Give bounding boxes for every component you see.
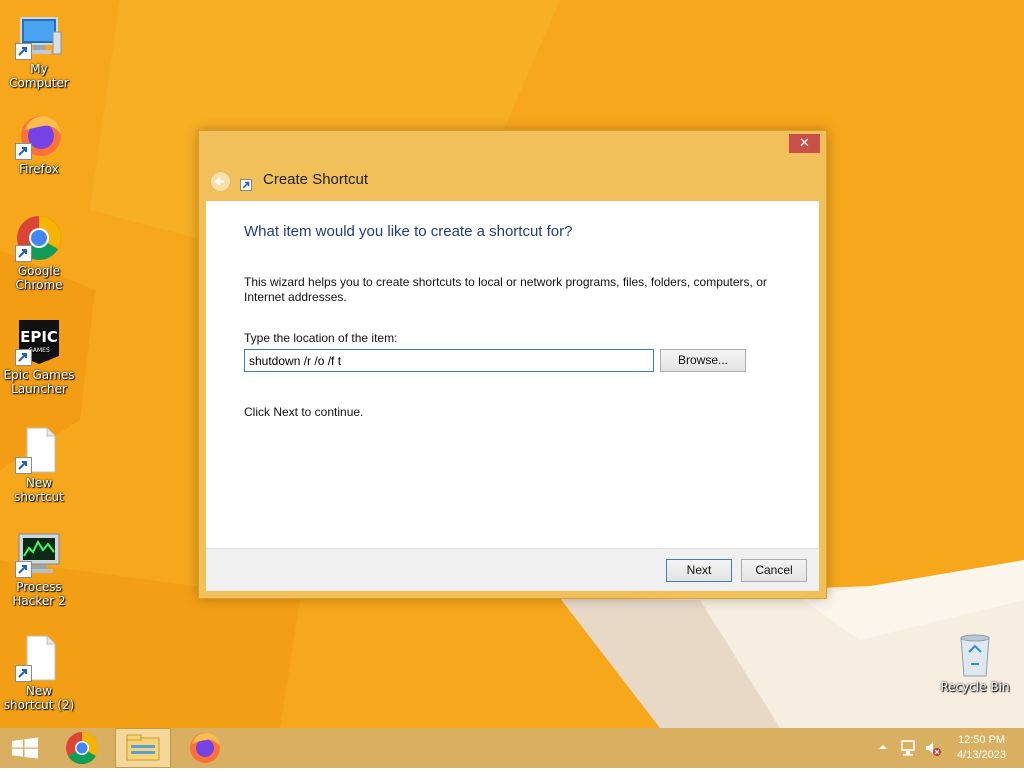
cancel-button[interactable]: Cancel bbox=[741, 559, 807, 582]
volume-muted-icon[interactable] bbox=[924, 739, 942, 757]
back-button[interactable] bbox=[210, 171, 231, 192]
taskbar-clock[interactable]: 12:50 PM 4/13/2023 bbox=[957, 733, 1006, 763]
wizard-description: This wizard helps you to create shortcut… bbox=[244, 275, 767, 304]
desktop-icon-label: Firefox bbox=[19, 162, 59, 176]
taskbar-file-explorer-button[interactable] bbox=[115, 728, 171, 768]
dialog-title: Create Shortcut bbox=[263, 171, 369, 188]
desktop-icon-google-chrome[interactable]: Google Chrome bbox=[0, 214, 78, 292]
clock-date: 4/13/2023 bbox=[957, 749, 1006, 761]
desktop: My Computer Firefox Google Chrome EPIC G… bbox=[0, 0, 1024, 728]
epic-games-icon: EPIC GAMES bbox=[15, 318, 63, 366]
shortcut-arrow-icon bbox=[15, 349, 32, 366]
desktop-icon-process-hacker-2[interactable]: Process Hacker 2 bbox=[0, 530, 78, 608]
continue-hint: Click Next to continue. bbox=[244, 405, 364, 419]
next-button[interactable]: Next bbox=[666, 559, 732, 582]
desktop-icon-label: New shortcut bbox=[14, 476, 64, 504]
location-label: Type the location of the item: bbox=[244, 331, 398, 345]
desktop-icon-epic-games-launcher[interactable]: EPIC GAMES Epic Games Launcher bbox=[0, 318, 78, 396]
shortcut-arrow-icon bbox=[240, 176, 252, 191]
desktop-icon-label: Epic Games Launcher bbox=[3, 368, 75, 396]
taskbar-chrome-button[interactable] bbox=[58, 728, 106, 768]
shortcut-arrow-icon bbox=[15, 143, 32, 160]
system-tray: 12:50 PM 4/13/2023 bbox=[864, 728, 1024, 768]
firefox-icon bbox=[15, 112, 63, 160]
dialog-footer: Next Cancel bbox=[206, 548, 819, 591]
chrome-icon bbox=[15, 214, 63, 262]
wizard-heading: What item would you like to create a sho… bbox=[244, 223, 573, 240]
desktop-icon-label: New shortcut (2) bbox=[3, 684, 75, 712]
taskbar: 12:50 PM 4/13/2023 bbox=[0, 728, 1024, 768]
process-hacker-icon bbox=[15, 530, 63, 578]
back-arrow-icon bbox=[215, 177, 224, 186]
computer-icon bbox=[15, 12, 63, 60]
network-icon[interactable] bbox=[900, 739, 918, 757]
start-button[interactable] bbox=[0, 728, 50, 768]
create-shortcut-dialog: ✕ Create Shortcut What item would you li… bbox=[198, 130, 827, 599]
location-input[interactable] bbox=[244, 349, 654, 372]
blank-file-icon bbox=[15, 426, 63, 474]
taskbar-firefox-button[interactable] bbox=[180, 728, 228, 768]
shortcut-arrow-icon bbox=[15, 457, 32, 474]
shortcut-arrow-icon bbox=[15, 561, 32, 578]
desktop-icon-label: Process Hacker 2 bbox=[12, 580, 66, 608]
shortcut-arrow-icon bbox=[15, 245, 32, 262]
firefox-icon bbox=[190, 733, 220, 763]
shortcut-arrow-icon bbox=[15, 665, 32, 682]
desktop-icon-firefox[interactable]: Firefox bbox=[0, 112, 78, 176]
desktop-icon-new-shortcut[interactable]: New shortcut bbox=[0, 426, 78, 504]
wizard-content: What item would you like to create a sho… bbox=[206, 201, 819, 548]
desktop-icon-new-shortcut-2[interactable]: New shortcut (2) bbox=[0, 634, 78, 712]
clock-time: 12:50 PM bbox=[957, 734, 1006, 746]
browse-button[interactable]: Browse... bbox=[660, 349, 746, 372]
folder-icon bbox=[126, 734, 160, 761]
desktop-icon-recycle-bin[interactable]: Recycle Bin bbox=[936, 630, 1014, 694]
show-hidden-icons-icon[interactable] bbox=[878, 742, 888, 752]
desktop-icon-label: My Computer bbox=[9, 62, 69, 90]
close-button[interactable]: ✕ bbox=[789, 134, 820, 153]
windows-logo-icon bbox=[12, 737, 38, 759]
blank-file-icon bbox=[15, 634, 63, 682]
epic-logo-text: EPIC bbox=[20, 328, 58, 346]
chrome-icon bbox=[66, 731, 99, 765]
desktop-icon-my-computer[interactable]: My Computer bbox=[0, 12, 78, 90]
desktop-icon-label: Google Chrome bbox=[15, 264, 63, 292]
desktop-icon-label: Recycle Bin bbox=[940, 680, 1010, 694]
recycle-bin-icon bbox=[951, 630, 999, 678]
shortcut-arrow-icon bbox=[15, 43, 32, 60]
